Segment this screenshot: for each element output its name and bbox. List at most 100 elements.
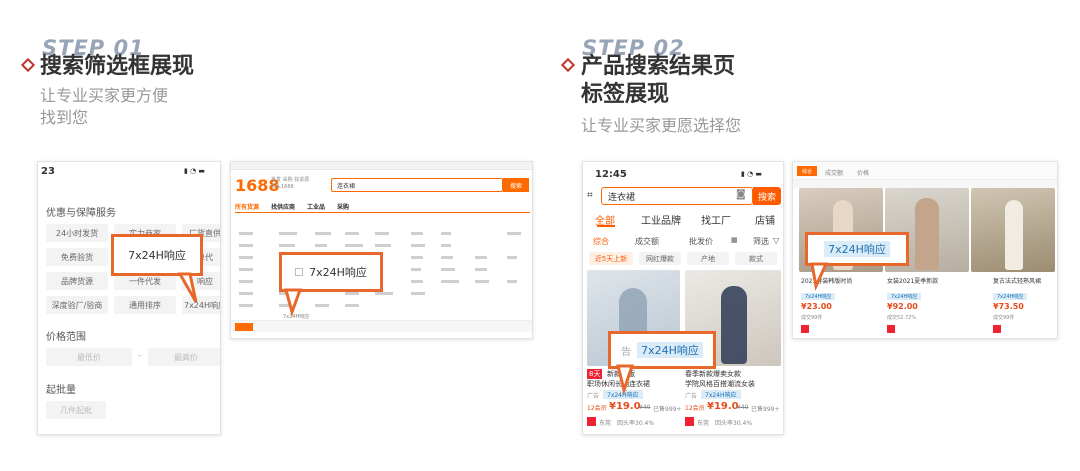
item-sold: 已售999+	[653, 406, 682, 413]
sort-composite[interactable]: 综合	[593, 236, 609, 247]
item-price: ¥19.0	[707, 401, 739, 412]
item-shop: 东莞	[697, 420, 710, 427]
sort-turnover[interactable]: 成交额	[635, 236, 659, 247]
item-price: ¥92.00	[887, 302, 918, 311]
item-badge: 8天	[587, 369, 603, 379]
sort-bar: 综合 成交额 价格	[793, 162, 1057, 180]
section-guarantee: 优惠与保障服务	[46, 208, 116, 219]
item-7x24h-tag: 7x24H响应	[993, 293, 1028, 300]
tab-purchase[interactable]: 采购	[337, 202, 349, 211]
camera-icon[interactable]: ◙	[736, 189, 746, 200]
status-icons: ▮ ◔ ▬	[741, 170, 763, 178]
web-filter-screenshot: 1688 批发 采购 找货源 源头1688 连衣裙 搜索 所有货源 找供应商 工…	[230, 161, 533, 339]
sort-active[interactable]	[235, 323, 253, 331]
item-price: ¥23.00	[801, 302, 832, 311]
item-ad: 广告	[587, 393, 600, 400]
diamond-bullet-icon	[560, 57, 576, 73]
sort-price[interactable]: 批发价	[689, 236, 713, 247]
item-sold: 成交99件	[993, 315, 1015, 321]
callout-pointer-icon	[177, 272, 198, 303]
product-image[interactable]	[971, 188, 1055, 272]
status-time: 12:45	[595, 169, 627, 180]
callout-prefix: 告	[621, 346, 632, 358]
item-price: ¥19.0	[609, 401, 641, 412]
tab-all[interactable]: 所有货源	[235, 202, 259, 211]
tab-industrial-brand[interactable]: 工业品牌	[641, 212, 681, 227]
item-title-2[interactable]: 学院风格百搭潮流女装	[685, 379, 755, 389]
tab-suppliers[interactable]: 找供应商	[271, 202, 295, 211]
model-figure	[1005, 200, 1023, 270]
shop-icon	[587, 417, 596, 426]
status-icons: ▮ ◔ ▬	[184, 167, 206, 175]
status-time: 23	[41, 166, 55, 177]
filter-icon[interactable]: ▽	[773, 236, 779, 245]
search-input[interactable]: 连衣裙 ◙	[601, 187, 753, 205]
price-max-input[interactable]: 最高价	[148, 348, 220, 366]
filter-tag[interactable]: 深度验厂/验商	[46, 296, 108, 314]
sort-composite[interactable]: 综合	[797, 166, 817, 176]
filter-tag[interactable]: 免费验货	[46, 248, 108, 266]
item-repurchase: 回头率30.4%	[617, 420, 655, 427]
chip-hot[interactable]: 网红爆款	[639, 252, 681, 265]
item-sold: 成交99件	[801, 315, 823, 321]
item-price-old: ¥40	[639, 404, 651, 411]
step-01-subtitle-2: 找到您	[40, 108, 89, 127]
moq-input[interactable]: 几件起批	[46, 401, 106, 419]
item-title[interactable]: 女装2021夏季新款	[887, 276, 938, 285]
callout-text: 7x24H响应	[824, 241, 890, 257]
tab-shop[interactable]: 店铺	[755, 212, 775, 227]
price-min-input[interactable]: 最低价	[46, 348, 132, 366]
item-sold: 已售999+	[751, 406, 780, 413]
callout-pointer-icon	[810, 262, 829, 291]
step-02-heading-1: 产品搜索结果页	[581, 54, 736, 79]
filter-strip	[793, 180, 1057, 188]
item-ad: 广告	[685, 393, 698, 400]
callout-text: 7x24H响应	[637, 342, 703, 358]
search-value: 连衣裙	[337, 183, 356, 190]
chip-origin[interactable]: 产地	[687, 252, 729, 265]
tab-industrial[interactable]: 工业品	[307, 202, 325, 211]
search-input[interactable]: 连衣裙	[331, 178, 503, 192]
top-nav-bar	[231, 162, 532, 170]
callout-pointer-icon	[284, 288, 303, 317]
search-button[interactable]: 搜索	[753, 187, 781, 205]
item-7x24h-tag: 7x24H响应	[887, 293, 922, 300]
price-dash: -	[138, 351, 142, 361]
item-sold: 成交52.72%	[887, 315, 917, 321]
section-moq: 起批量	[46, 385, 76, 396]
web-tabs: 所有货源 找供应商 工业品 采购	[235, 202, 349, 211]
chip-new[interactable]: 近5天上新	[589, 252, 633, 265]
item-shop: 东莞	[599, 420, 612, 427]
item-title[interactable]: 复古法式轻熟风裙	[993, 276, 1041, 285]
item-repurchase: 回头率30.4%	[715, 420, 753, 427]
logo-sub-2: 源头1688	[271, 184, 294, 190]
item-title-1[interactable]: 春季新款爆卖女款	[685, 369, 741, 379]
shop-icon	[685, 417, 694, 426]
shop-icon	[801, 325, 809, 333]
checkbox-icon	[295, 268, 304, 276]
tab-underline	[235, 212, 530, 213]
grid-icon[interactable]: ▦	[731, 236, 738, 244]
callout-pointer-icon	[616, 364, 635, 396]
model-figure	[721, 286, 747, 364]
item-7x24h-tag: 7x24H响应	[701, 390, 741, 399]
item-member: 12会员	[587, 405, 607, 412]
step-02-heading-2: 标签展现	[581, 82, 670, 107]
step-01-subtitle-1: 让专业买家更方便	[40, 86, 169, 105]
tab-underline	[597, 225, 615, 227]
step-02-subtitle: 让专业买家更愿选择您	[581, 116, 742, 135]
sort-turnover[interactable]: 成交额	[825, 168, 843, 177]
tab-factory[interactable]: 找工厂	[701, 212, 731, 227]
scan-icon[interactable]: ⌗	[587, 190, 593, 201]
section-price: 价格范围	[46, 332, 86, 343]
sort-price[interactable]: 价格	[857, 168, 869, 177]
chip-style[interactable]: 款式	[735, 252, 777, 265]
search-button[interactable]: 搜索	[503, 178, 529, 192]
filter-tag[interactable]: 品牌货源	[46, 272, 108, 290]
shop-icon	[887, 325, 895, 333]
sort-bar	[231, 320, 532, 332]
item-7x24h-tag: 7x24H响应	[801, 293, 836, 300]
diamond-bullet-icon	[20, 57, 36, 73]
filter-tag[interactable]: 24小时发货	[46, 224, 108, 242]
sort-filter[interactable]: 筛选	[753, 236, 769, 247]
